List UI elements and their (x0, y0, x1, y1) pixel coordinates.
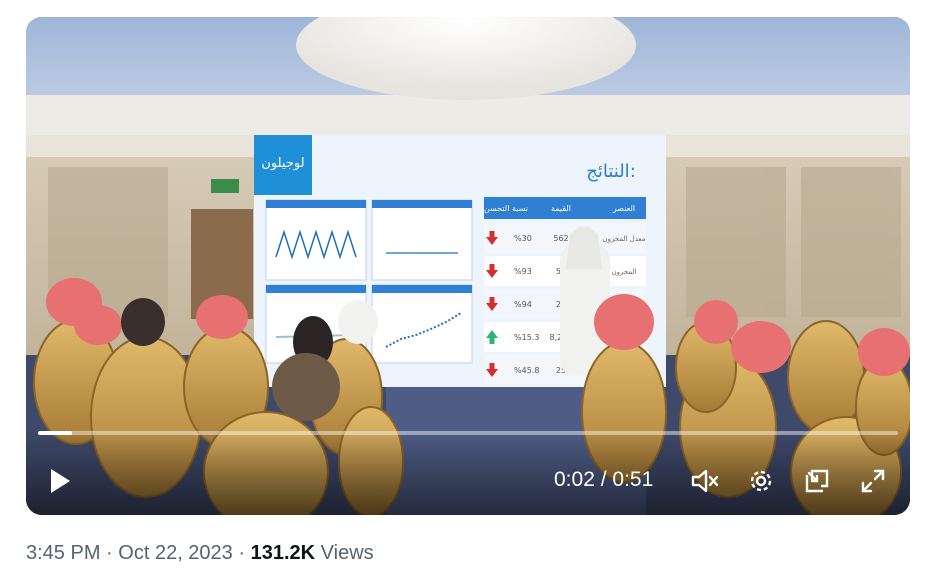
time-separator: / (600, 468, 607, 491)
volume-button[interactable] (688, 465, 722, 497)
speaker-muted-icon (691, 469, 719, 493)
time-display: 0:02 / 0:51 (554, 468, 653, 492)
table-header-item: العنصر (612, 204, 635, 213)
fullscreen-button[interactable] (856, 465, 890, 497)
slide-logo: لوجيلون (261, 156, 304, 171)
slide-row-percent: %30 (514, 234, 532, 243)
picture-in-picture-button[interactable] (800, 465, 834, 497)
slide-heading: النتائج: (586, 161, 636, 182)
slide-row-value: 562 (553, 234, 568, 243)
views-label: Views (320, 542, 374, 564)
play-button[interactable] (44, 465, 76, 497)
slide-row-percent: %93 (514, 267, 532, 276)
tweet-date[interactable]: Oct 22, 2023 (118, 542, 233, 564)
table-header-improvement: نسبة التحسن (484, 204, 528, 213)
duration: 0:51 (612, 468, 654, 491)
views-count: 131.2K (250, 542, 316, 564)
tweet-time[interactable]: 3:45 PM (26, 542, 100, 564)
table-header-value: القيمة (551, 204, 571, 213)
slide-row-item: معدل المخزون (602, 235, 645, 243)
slide-row-percent: %94 (514, 300, 532, 309)
slide-row-percent: %45.8 (514, 366, 539, 375)
play-icon (51, 469, 70, 493)
expand-icon (861, 469, 885, 493)
pip-icon (805, 469, 829, 493)
gear-icon (750, 470, 772, 492)
slide-row-percent: %15.3 (514, 333, 539, 342)
progress-fill (38, 431, 73, 435)
slide-row-item: المخزون (611, 268, 636, 276)
current-time: 0:02 (554, 468, 595, 491)
tweet-metadata: 3:45 PM · Oct 22, 2023 · 131.2K Views (26, 542, 374, 565)
meta-separator: · (106, 542, 113, 564)
progress-bar[interactable] (38, 431, 898, 435)
video-player[interactable]: لوجيلون النتائج: العنصر القيمة نسبة التح… (26, 17, 910, 515)
settings-button[interactable] (744, 465, 778, 497)
meta-separator: · (238, 542, 246, 564)
